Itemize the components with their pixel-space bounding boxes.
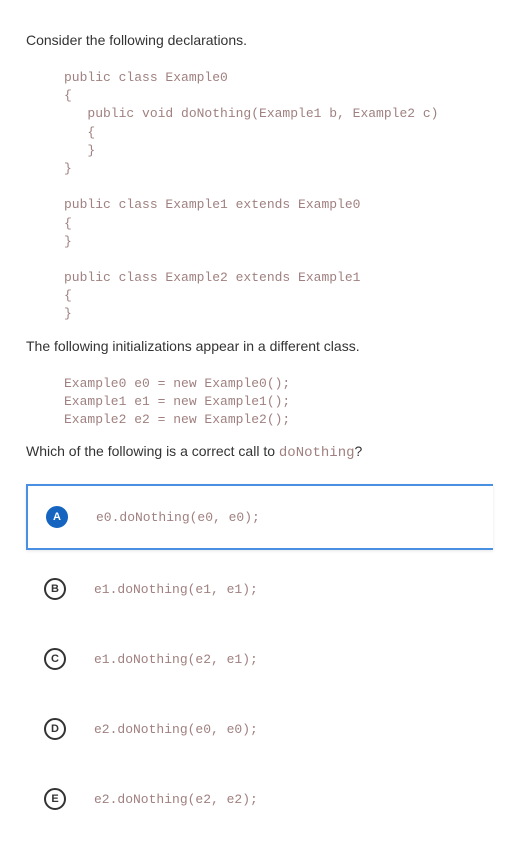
answer-option-d[interactable]: D e2.doNothing(e0, e0); [26,698,493,760]
option-code-e: e2.doNothing(e2, e2); [94,792,258,807]
option-code-c: e1.doNothing(e2, e1); [94,652,258,667]
answer-option-b[interactable]: B e1.doNothing(e1, e1); [26,558,493,620]
question-prompt: Which of the following is a correct call… [26,441,493,464]
option-letter-b: B [44,578,66,600]
prompt-prefix: Which of the following is a correct call… [26,443,279,459]
question-mid: The following initializations appear in … [26,336,493,357]
answer-list: A e0.doNothing(e0, e0); B e1.doNothing(e… [26,484,493,830]
option-code-d: e2.doNothing(e0, e0); [94,722,258,737]
prompt-code: doNothing [279,445,355,461]
option-code-b: e1.doNothing(e1, e1); [94,582,258,597]
answer-option-a[interactable]: A e0.doNothing(e0, e0); [26,484,493,550]
question-intro: Consider the following declarations. [26,30,493,51]
option-letter-a: A [46,506,68,528]
code-block-declarations: public class Example0 { public void doNo… [64,69,493,324]
code-block-initializations: Example0 e0 = new Example0(); Example1 e… [64,375,493,430]
answer-option-c[interactable]: C e1.doNothing(e2, e1); [26,628,493,690]
option-letter-d: D [44,718,66,740]
option-code-a: e0.doNothing(e0, e0); [96,510,260,525]
answer-option-e[interactable]: E e2.doNothing(e2, e2); [26,768,493,830]
option-letter-e: E [44,788,66,810]
option-letter-c: C [44,648,66,670]
prompt-suffix: ? [355,443,363,459]
